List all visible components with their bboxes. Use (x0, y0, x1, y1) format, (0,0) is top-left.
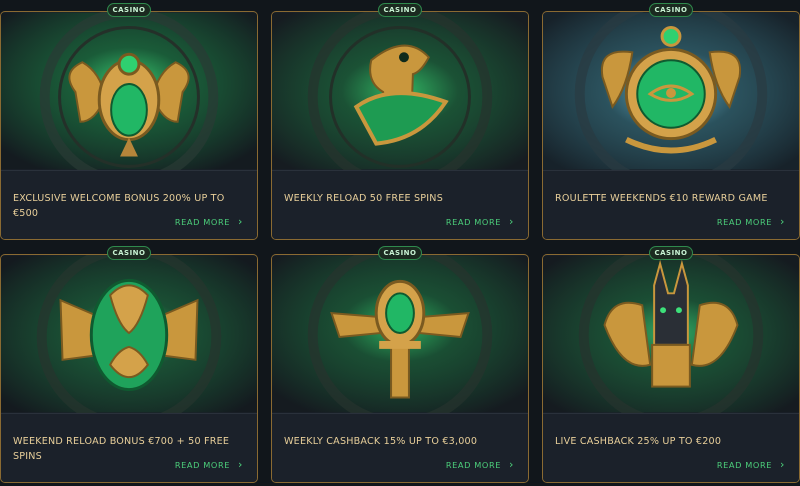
promo-card-footer: EXCLUSIVE WELCOME BONUS 200% UP TO €500 … (1, 170, 257, 239)
casino-badge: CASINO (378, 3, 422, 17)
read-more-label: READ MORE (174, 216, 230, 227)
eye-of-horus-amulet-icon (543, 12, 799, 170)
read-more-label: READ MORE (174, 459, 230, 470)
promo-card-art (272, 255, 528, 413)
serpent-amulet-icon (1, 255, 257, 413)
casino-badge: CASINO (107, 3, 151, 17)
promo-card-art (272, 12, 528, 170)
chevron-right-icon: › (509, 215, 514, 228)
anubis-icon (543, 255, 799, 413)
promo-card-art (543, 12, 799, 170)
chevron-right-icon: › (509, 458, 514, 471)
chevron-right-icon: › (780, 458, 785, 471)
chevron-right-icon: › (780, 215, 785, 228)
read-more-link[interactable]: READ MORE › (175, 216, 243, 227)
promo-card-weekly-reload[interactable]: WEEKLY RELOAD 50 FREE SPINS READ MORE › (271, 11, 529, 240)
promo-title: ROULETTE WEEKENDS €10 REWARD GAME (555, 193, 768, 204)
promo-card-live-cashback[interactable]: LIVE CASHBACK 25% UP TO €200 READ MORE › (542, 254, 800, 483)
promo-card-weekly-cashback[interactable]: WEEKLY CASHBACK 15% UP TO €3,000 READ MO… (271, 254, 529, 483)
promo-card-footer: WEEKEND RELOAD BONUS €700 + 50 FREE SPIN… (1, 413, 257, 482)
read-more-link[interactable]: READ MORE › (717, 459, 785, 470)
promo-title: WEEKLY CASHBACK 15% UP TO €3,000 (284, 436, 478, 447)
promo-card-weekend-reload[interactable]: WEEKEND RELOAD BONUS €700 + 50 FREE SPIN… (0, 254, 258, 483)
promo-title: LIVE CASHBACK 25% UP TO €200 (555, 436, 722, 447)
casino-badge: CASINO (378, 246, 422, 260)
casino-badge: CASINO (649, 246, 693, 260)
read-more-label: READ MORE (716, 459, 772, 470)
scarab-icon (1, 12, 257, 170)
read-more-label: READ MORE (445, 216, 501, 227)
horus-falcon-icon (272, 12, 528, 170)
chevron-right-icon: › (238, 215, 243, 228)
promo-card-footer: ROULETTE WEEKENDS €10 REWARD GAME READ M… (543, 170, 799, 239)
read-more-link[interactable]: READ MORE › (175, 459, 243, 470)
promo-title: WEEKLY RELOAD 50 FREE SPINS (284, 193, 443, 204)
ankh-wings-icon (272, 255, 528, 413)
promo-card-art (543, 255, 799, 413)
promo-card-footer: WEEKLY CASHBACK 15% UP TO €3,000 READ MO… (272, 413, 528, 482)
read-more-link[interactable]: READ MORE › (717, 216, 785, 227)
promo-card-art (1, 255, 257, 413)
promo-card-art (1, 12, 257, 170)
chevron-right-icon: › (238, 458, 243, 471)
read-more-link[interactable]: READ MORE › (446, 459, 514, 470)
promo-card-footer: LIVE CASHBACK 25% UP TO €200 READ MORE › (543, 413, 799, 482)
promo-card-welcome-bonus[interactable]: EXCLUSIVE WELCOME BONUS 200% UP TO €500 … (0, 11, 258, 240)
casino-badge: CASINO (107, 246, 151, 260)
read-more-label: READ MORE (445, 459, 501, 470)
promotions-grid: CASINO EXCLUSIVE WELCOME BONUS 200% UP T… (0, 0, 800, 486)
casino-badge: CASINO (649, 3, 693, 17)
read-more-label: READ MORE (716, 216, 772, 227)
promo-card-roulette-weekends[interactable]: ROULETTE WEEKENDS €10 REWARD GAME READ M… (542, 11, 800, 240)
promo-card-footer: WEEKLY RELOAD 50 FREE SPINS READ MORE › (272, 170, 528, 239)
read-more-link[interactable]: READ MORE › (446, 216, 514, 227)
